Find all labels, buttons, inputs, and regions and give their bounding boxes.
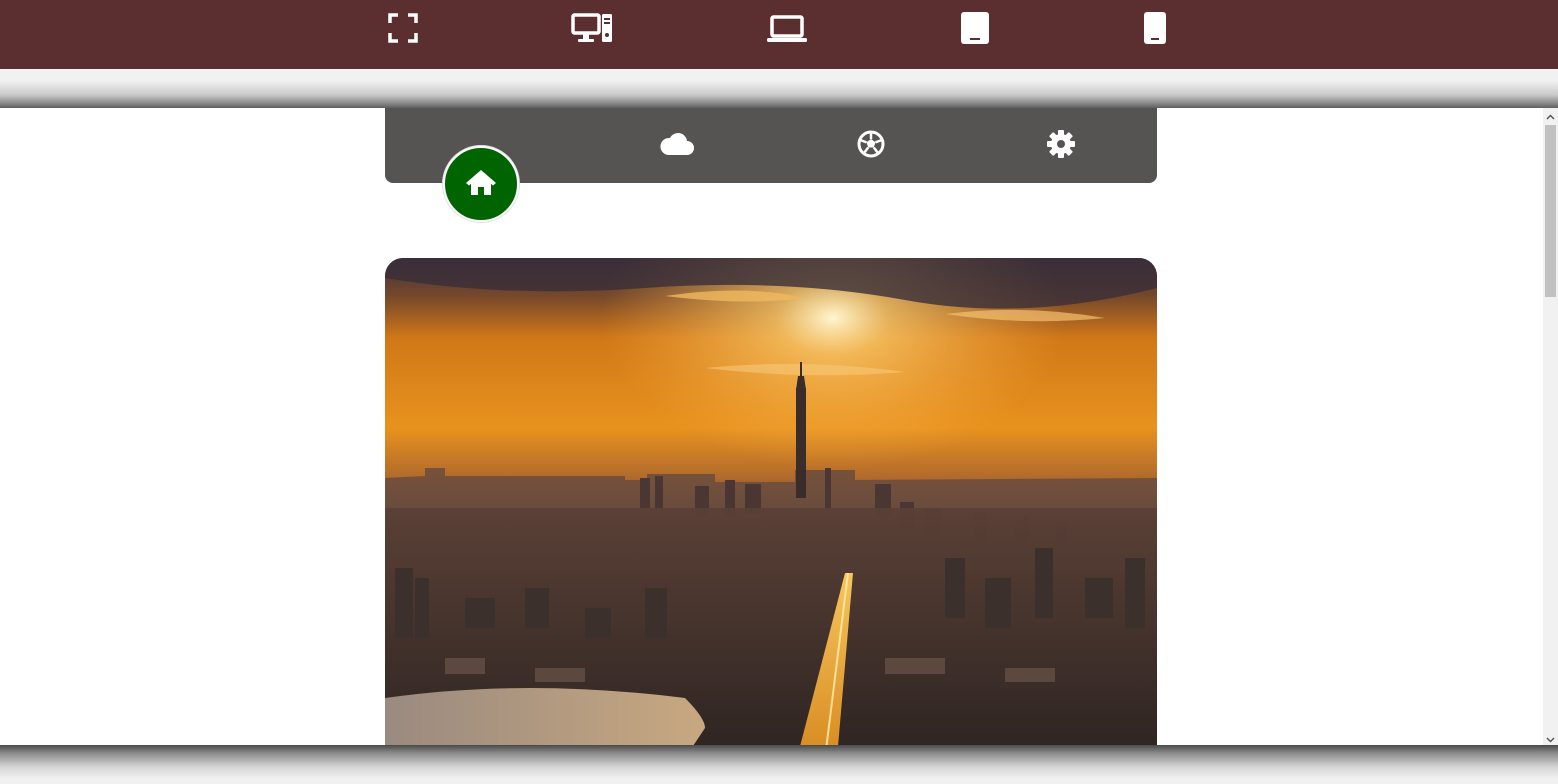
device-toolbar bbox=[0, 0, 1558, 69]
laptop-icon bbox=[766, 12, 808, 44]
fullscreen-icon bbox=[387, 12, 419, 44]
frame-shadow-top bbox=[0, 69, 1558, 109]
desktop-icon bbox=[571, 12, 613, 44]
city-sunset-image bbox=[385, 258, 1157, 746]
hero-image bbox=[385, 258, 1157, 746]
tablet-button[interactable] bbox=[953, 8, 997, 48]
chevron-down-icon bbox=[1546, 730, 1555, 747]
scroll-down-button[interactable] bbox=[1543, 731, 1558, 746]
home-icon bbox=[465, 168, 497, 201]
nav-item-sports[interactable] bbox=[851, 126, 891, 166]
mobile-button[interactable] bbox=[1133, 8, 1177, 48]
fullscreen-button[interactable] bbox=[381, 8, 425, 48]
chevron-up-icon bbox=[1546, 108, 1555, 125]
mobile-icon bbox=[1143, 11, 1167, 45]
nav-item-settings[interactable] bbox=[1041, 126, 1081, 166]
nav-item-home[interactable] bbox=[443, 146, 519, 222]
tablet-icon bbox=[960, 11, 990, 45]
scroll-thumb[interactable] bbox=[1545, 125, 1556, 297]
scroll-up-button[interactable] bbox=[1543, 108, 1558, 123]
cloud-icon bbox=[659, 130, 695, 163]
viewport-scrollbar[interactable] bbox=[1543, 108, 1558, 746]
frame-shadow-bottom bbox=[0, 745, 1558, 784]
laptop-button[interactable] bbox=[765, 8, 809, 48]
soccer-ball-icon bbox=[856, 129, 886, 164]
nav-item-cloud[interactable] bbox=[657, 126, 697, 166]
gear-icon bbox=[1046, 129, 1076, 164]
preview-viewport[interactable] bbox=[0, 108, 1558, 746]
desktop-button[interactable] bbox=[570, 8, 614, 48]
